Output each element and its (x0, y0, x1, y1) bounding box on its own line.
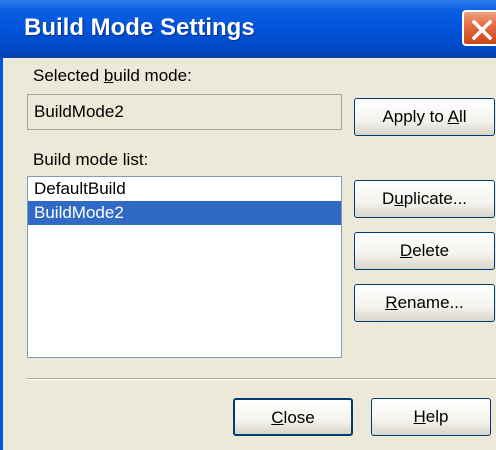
selected-build-mode-field: BuildMode2 (27, 94, 342, 130)
build-mode-settings-dialog: Build Mode Settings Selected build mode:… (0, 0, 496, 450)
dialog-body: Selected build mode: BuildMode2 Apply to… (0, 58, 496, 450)
rename-button[interactable]: Rename... (354, 284, 495, 322)
close-icon (471, 19, 493, 41)
build-mode-list-label: Build mode list: (33, 150, 149, 169)
separator-highlight (27, 379, 496, 380)
apply-to-all-button[interactable]: Apply to All (354, 98, 495, 136)
close-button[interactable]: Close (233, 398, 353, 436)
build-mode-list[interactable]: DefaultBuild BuildMode2 (27, 176, 342, 358)
delete-button[interactable]: Delete (354, 232, 495, 270)
close-window-button[interactable] (462, 10, 496, 46)
list-item-buildmode2[interactable]: BuildMode2 (28, 201, 341, 225)
help-button[interactable]: Help (371, 398, 491, 436)
selected-build-mode-label: Selected build mode: (33, 66, 192, 85)
list-item-defaultbuild[interactable]: DefaultBuild (28, 177, 341, 201)
duplicate-button[interactable]: Duplicate... (354, 180, 495, 218)
title-bar[interactable]: Build Mode Settings (0, 0, 496, 58)
dialog-title: Build Mode Settings (24, 14, 255, 41)
